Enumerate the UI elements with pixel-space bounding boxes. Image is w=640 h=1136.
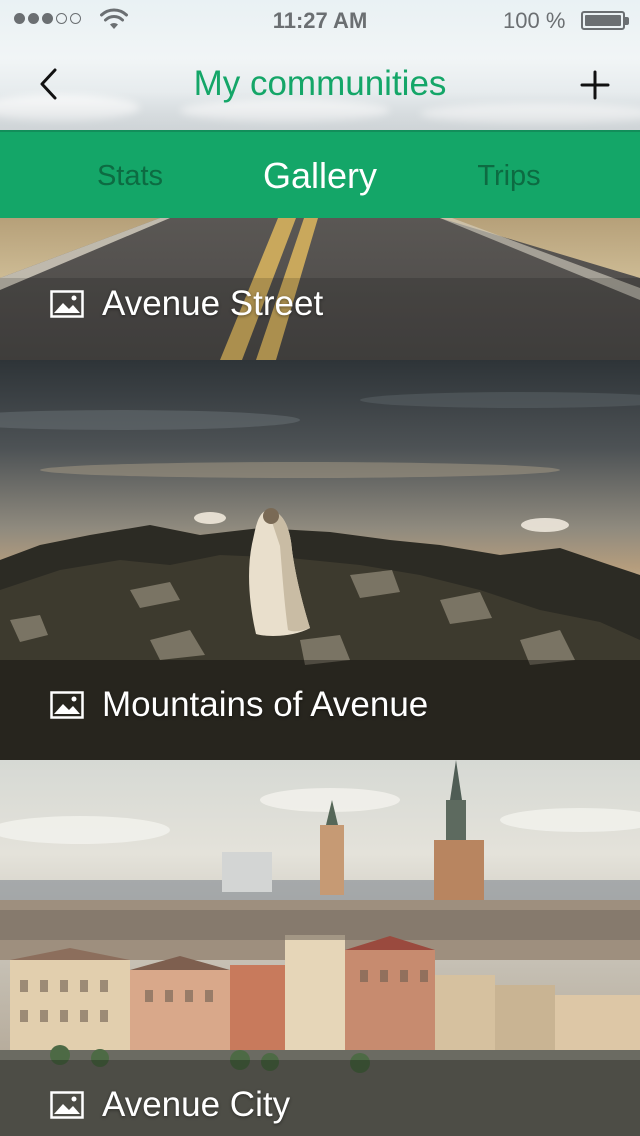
gallery-item-mountains-of-avenue[interactable]: Mountains of Avenue	[0, 360, 640, 760]
add-button[interactable]	[574, 64, 616, 106]
gallery-item-avenue-city[interactable]: Avenue City	[0, 760, 640, 1136]
gallery-item-title: Avenue Street	[102, 284, 324, 323]
gallery-item-title: Avenue City	[102, 1085, 291, 1124]
image-icon	[50, 290, 84, 318]
city-scene	[0, 760, 640, 1136]
gallery-item-label: Avenue City	[50, 1085, 290, 1125]
chevron-left-icon	[40, 68, 57, 100]
gallery-item-avenue-street[interactable]: Avenue Street	[0, 218, 640, 360]
tab-stats[interactable]: Stats	[70, 132, 190, 220]
screen: 11:27 AM 100 % My communities Stats Gall…	[0, 0, 640, 1136]
tab-gallery[interactable]: Gallery	[240, 132, 400, 220]
back-button[interactable]	[28, 64, 68, 104]
image-icon	[50, 691, 84, 719]
plus-icon	[580, 70, 610, 100]
gallery-item-title: Mountains of Avenue	[102, 685, 429, 724]
tab-trips[interactable]: Trips	[450, 132, 568, 220]
tab-bar: Stats Gallery Trips	[0, 130, 640, 218]
image-icon	[50, 1091, 84, 1119]
battery-percent: 100 %	[503, 8, 566, 33]
status-bar: 11:27 AM 100 %	[0, 0, 640, 40]
page-title: My communities	[193, 64, 447, 103]
gallery-item-label: Avenue Street	[50, 284, 323, 324]
gallery-item-label: Mountains of Avenue	[50, 685, 428, 725]
header: 11:27 AM 100 % My communities	[0, 0, 640, 130]
battery-icon	[581, 11, 629, 30]
